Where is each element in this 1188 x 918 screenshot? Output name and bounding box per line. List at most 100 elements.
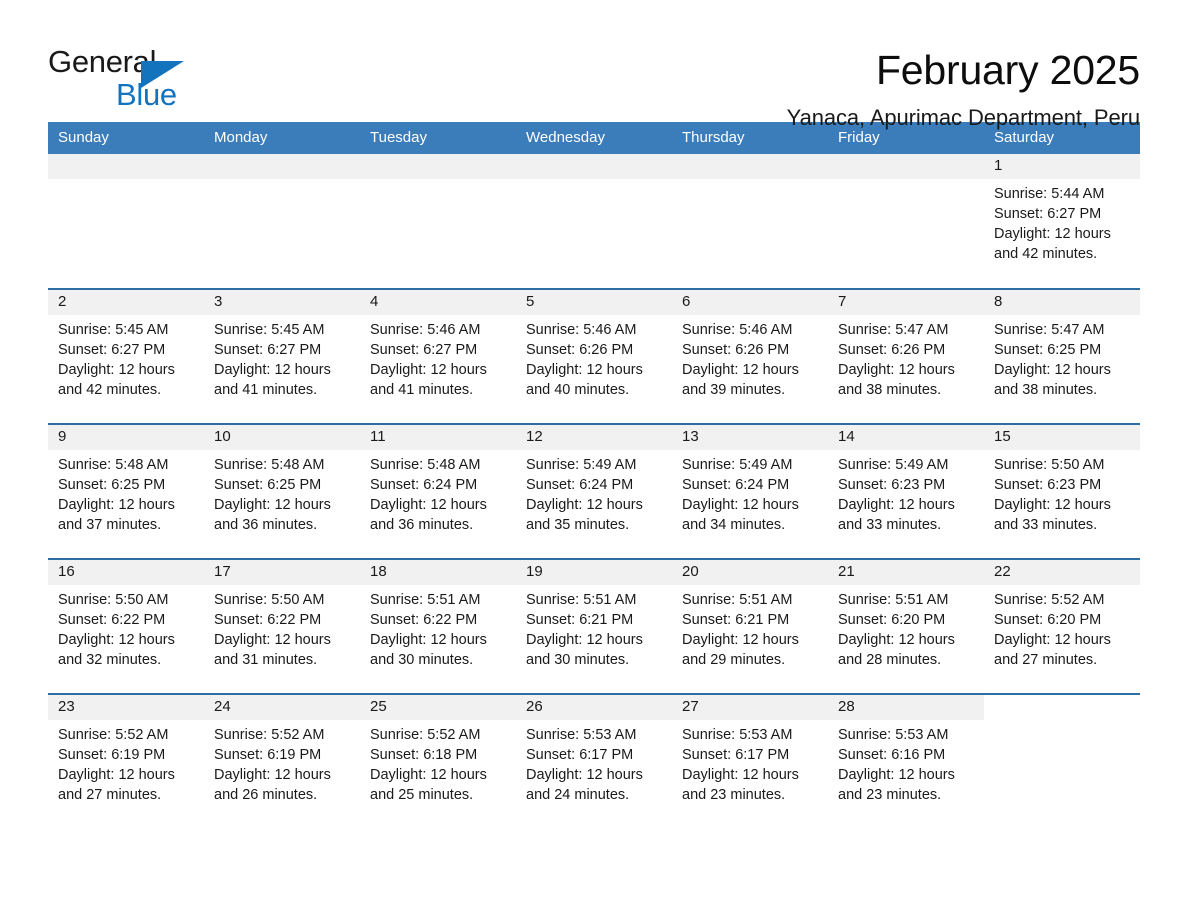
calendar-day-cell[interactable]: 26 Sunrise: 5:53 AM Sunset: 6:17 PM Dayligh… (516, 693, 672, 829)
day-cell-inner: 7 Sunrise: 5:47 AM Sunset: 6:26 PM Daylight… (828, 290, 984, 423)
calendar-day-cell[interactable]: 28 Sunrise: 5:53 AM Sunset: 6:16 PM Dayligh… (828, 693, 984, 829)
calendar-day-cell[interactable]: 25 Sunrise: 5:52 AM Sunset: 6:18 PM Dayligh… (360, 693, 516, 829)
calendar-day-cell[interactable]: 24 Sunrise: 5:52 AM Sunset: 6:19 PM Dayligh… (204, 693, 360, 829)
daylight-line: Daylight: 12 hours (994, 226, 1111, 242)
sunrise-line: Sunrise: 5:46 AM (370, 322, 481, 338)
day-cell-inner: 23 Sunrise: 5:52 AM Sunset: 6:19 PM Dayligh… (48, 695, 204, 829)
day-number: 10 (204, 425, 360, 450)
daylight-line-cont: and 41 minutes. (370, 382, 474, 398)
calendar-empty-cell (360, 154, 516, 289)
calendar-day-cell[interactable]: 14 Sunrise: 5:49 AM Sunset: 6:23 PM Dayligh… (828, 423, 984, 559)
day-cell-inner: 12 Sunrise: 5:49 AM Sunset: 6:24 PM Dayligh… (516, 425, 672, 558)
calendar-day-cell[interactable]: 21 Sunrise: 5:51 AM Sunset: 6:20 PM Dayligh… (828, 558, 984, 694)
sunrise-line: Sunrise: 5:52 AM (58, 727, 169, 743)
calendar-day-cell[interactable]: 18 Sunrise: 5:51 AM Sunset: 6:22 PM Dayligh… (360, 558, 516, 694)
daylight-line: Daylight: 12 hours (58, 362, 175, 378)
daylight-line: Daylight: 12 hours (526, 632, 643, 648)
daylight-line: Daylight: 12 hours (58, 767, 175, 783)
calendar-day-cell[interactable]: 6 Sunrise: 5:46 AM Sunset: 6:26 PM Daylight… (672, 288, 828, 424)
calendar-day-cell[interactable]: 12 Sunrise: 5:49 AM Sunset: 6:24 PM Dayligh… (516, 423, 672, 559)
day-cell-inner: 6 Sunrise: 5:46 AM Sunset: 6:26 PM Daylight… (672, 290, 828, 423)
day-cell-inner (828, 154, 984, 288)
calendar-day-cell[interactable]: 11 Sunrise: 5:48 AM Sunset: 6:24 PM Dayligh… (360, 423, 516, 559)
day-cell-inner (984, 695, 1140, 829)
calendar-day-cell[interactable]: 15 Sunrise: 5:50 AM Sunset: 6:23 PM Dayligh… (984, 423, 1140, 559)
calendar-day-cell[interactable]: 23 Sunrise: 5:52 AM Sunset: 6:19 PM Dayligh… (48, 693, 204, 829)
sunset-line: Sunset: 6:20 PM (994, 612, 1102, 628)
calendar-day-cell[interactable]: 5 Sunrise: 5:46 AM Sunset: 6:26 PM Daylight… (516, 288, 672, 424)
day-sun-info: Sunrise: 5:50 AM Sunset: 6:22 PM Daylight:… (48, 585, 204, 670)
day-cell-inner: 3 Sunrise: 5:45 AM Sunset: 6:27 PM Daylight… (204, 290, 360, 423)
sunset-line: Sunset: 6:25 PM (994, 342, 1102, 358)
calendar-week-row: 9 Sunrise: 5:48 AM Sunset: 6:25 PM Daylight… (48, 423, 1140, 559)
day-number: 20 (672, 560, 828, 585)
day-number: 4 (360, 290, 516, 315)
daylight-line: Daylight: 12 hours (994, 632, 1111, 648)
calendar-day-cell[interactable]: 22 Sunrise: 5:52 AM Sunset: 6:20 PM Dayligh… (984, 558, 1140, 694)
daylight-line: Daylight: 12 hours (526, 362, 643, 378)
day-sun-info: Sunrise: 5:48 AM Sunset: 6:25 PM Daylight:… (48, 450, 204, 535)
page-subtitle: Yanaca, Apurimac Department, Peru (786, 105, 1140, 131)
calendar-day-cell[interactable]: 2 Sunrise: 5:45 AM Sunset: 6:27 PM Daylight… (48, 288, 204, 424)
day-sun-info: Sunrise: 5:49 AM Sunset: 6:24 PM Daylight:… (672, 450, 828, 535)
sunrise-line: Sunrise: 5:51 AM (526, 592, 637, 608)
calendar-day-cell[interactable]: 7 Sunrise: 5:47 AM Sunset: 6:26 PM Daylight… (828, 288, 984, 424)
sunset-line: Sunset: 6:27 PM (370, 342, 478, 358)
calendar-day-cell[interactable]: 20 Sunrise: 5:51 AM Sunset: 6:21 PM Dayligh… (672, 558, 828, 694)
daylight-line: Daylight: 12 hours (370, 767, 487, 783)
calendar-day-cell[interactable]: 8 Sunrise: 5:47 AM Sunset: 6:25 PM Daylight… (984, 288, 1140, 424)
calendar-week-row: 2 Sunrise: 5:45 AM Sunset: 6:27 PM Daylight… (48, 288, 1140, 424)
calendar-day-cell[interactable]: 13 Sunrise: 5:49 AM Sunset: 6:24 PM Dayligh… (672, 423, 828, 559)
day-number (48, 154, 204, 179)
day-sun-info: Sunrise: 5:47 AM Sunset: 6:26 PM Daylight:… (828, 315, 984, 400)
sunrise-line: Sunrise: 5:53 AM (838, 727, 949, 743)
sunset-line: Sunset: 6:17 PM (682, 747, 790, 763)
daylight-line: Daylight: 12 hours (370, 362, 487, 378)
day-number: 19 (516, 560, 672, 585)
calendar-day-cell[interactable]: 19 Sunrise: 5:51 AM Sunset: 6:21 PM Dayligh… (516, 558, 672, 694)
sunrise-line: Sunrise: 5:45 AM (214, 322, 325, 338)
day-number: 3 (204, 290, 360, 315)
day-sun-info: Sunrise: 5:48 AM Sunset: 6:24 PM Daylight:… (360, 450, 516, 535)
day-number: 13 (672, 425, 828, 450)
sunset-line: Sunset: 6:19 PM (58, 747, 166, 763)
day-number: 1 (984, 154, 1140, 179)
calendar-day-cell[interactable]: 9 Sunrise: 5:48 AM Sunset: 6:25 PM Daylight… (48, 423, 204, 559)
day-number: 11 (360, 425, 516, 450)
sunrise-line: Sunrise: 5:48 AM (370, 457, 481, 473)
weekday-header-monday: Monday (204, 122, 360, 154)
sunset-line: Sunset: 6:26 PM (526, 342, 634, 358)
daylight-line: Daylight: 12 hours (838, 767, 955, 783)
calendar-empty-cell (48, 154, 204, 289)
daylight-line-cont: and 30 minutes. (370, 652, 474, 668)
calendar-day-cell[interactable]: 1 Sunrise: 5:44 AM Sunset: 6:27 PM Daylight… (984, 154, 1140, 289)
day-cell-inner: 27 Sunrise: 5:53 AM Sunset: 6:17 PM Dayligh… (672, 695, 828, 829)
general-blue-logo[interactable]: General Blue (48, 46, 198, 110)
calendar-day-cell[interactable]: 16 Sunrise: 5:50 AM Sunset: 6:22 PM Dayligh… (48, 558, 204, 694)
calendar-day-cell[interactable]: 3 Sunrise: 5:45 AM Sunset: 6:27 PM Daylight… (204, 288, 360, 424)
calendar-day-cell[interactable]: 17 Sunrise: 5:50 AM Sunset: 6:22 PM Dayligh… (204, 558, 360, 694)
sunrise-line: Sunrise: 5:45 AM (58, 322, 169, 338)
day-cell-inner: 5 Sunrise: 5:46 AM Sunset: 6:26 PM Daylight… (516, 290, 672, 423)
sunrise-line: Sunrise: 5:50 AM (214, 592, 325, 608)
day-number: 22 (984, 560, 1140, 585)
sunrise-line: Sunrise: 5:49 AM (682, 457, 793, 473)
calendar-day-cell[interactable]: 4 Sunrise: 5:46 AM Sunset: 6:27 PM Daylight… (360, 288, 516, 424)
daylight-line-cont: and 38 minutes. (994, 382, 1098, 398)
day-number: 14 (828, 425, 984, 450)
sunset-line: Sunset: 6:17 PM (526, 747, 634, 763)
weekday-header-wednesday: Wednesday (516, 122, 672, 154)
day-number: 2 (48, 290, 204, 315)
sunset-line: Sunset: 6:19 PM (214, 747, 322, 763)
calendar-day-cell[interactable]: 27 Sunrise: 5:53 AM Sunset: 6:17 PM Dayligh… (672, 693, 828, 829)
daylight-line: Daylight: 12 hours (214, 362, 331, 378)
calendar-day-cell[interactable]: 10 Sunrise: 5:48 AM Sunset: 6:25 PM Dayligh… (204, 423, 360, 559)
day-number: 7 (828, 290, 984, 315)
sunrise-line: Sunrise: 5:46 AM (682, 322, 793, 338)
day-cell-inner: 9 Sunrise: 5:48 AM Sunset: 6:25 PM Daylight… (48, 425, 204, 558)
sunrise-line: Sunrise: 5:48 AM (214, 457, 325, 473)
daylight-line: Daylight: 12 hours (838, 497, 955, 513)
daylight-line-cont: and 33 minutes. (838, 517, 942, 533)
day-sun-info: Sunrise: 5:51 AM Sunset: 6:22 PM Daylight:… (360, 585, 516, 670)
day-cell-inner: 1 Sunrise: 5:44 AM Sunset: 6:27 PM Daylight… (984, 154, 1140, 288)
